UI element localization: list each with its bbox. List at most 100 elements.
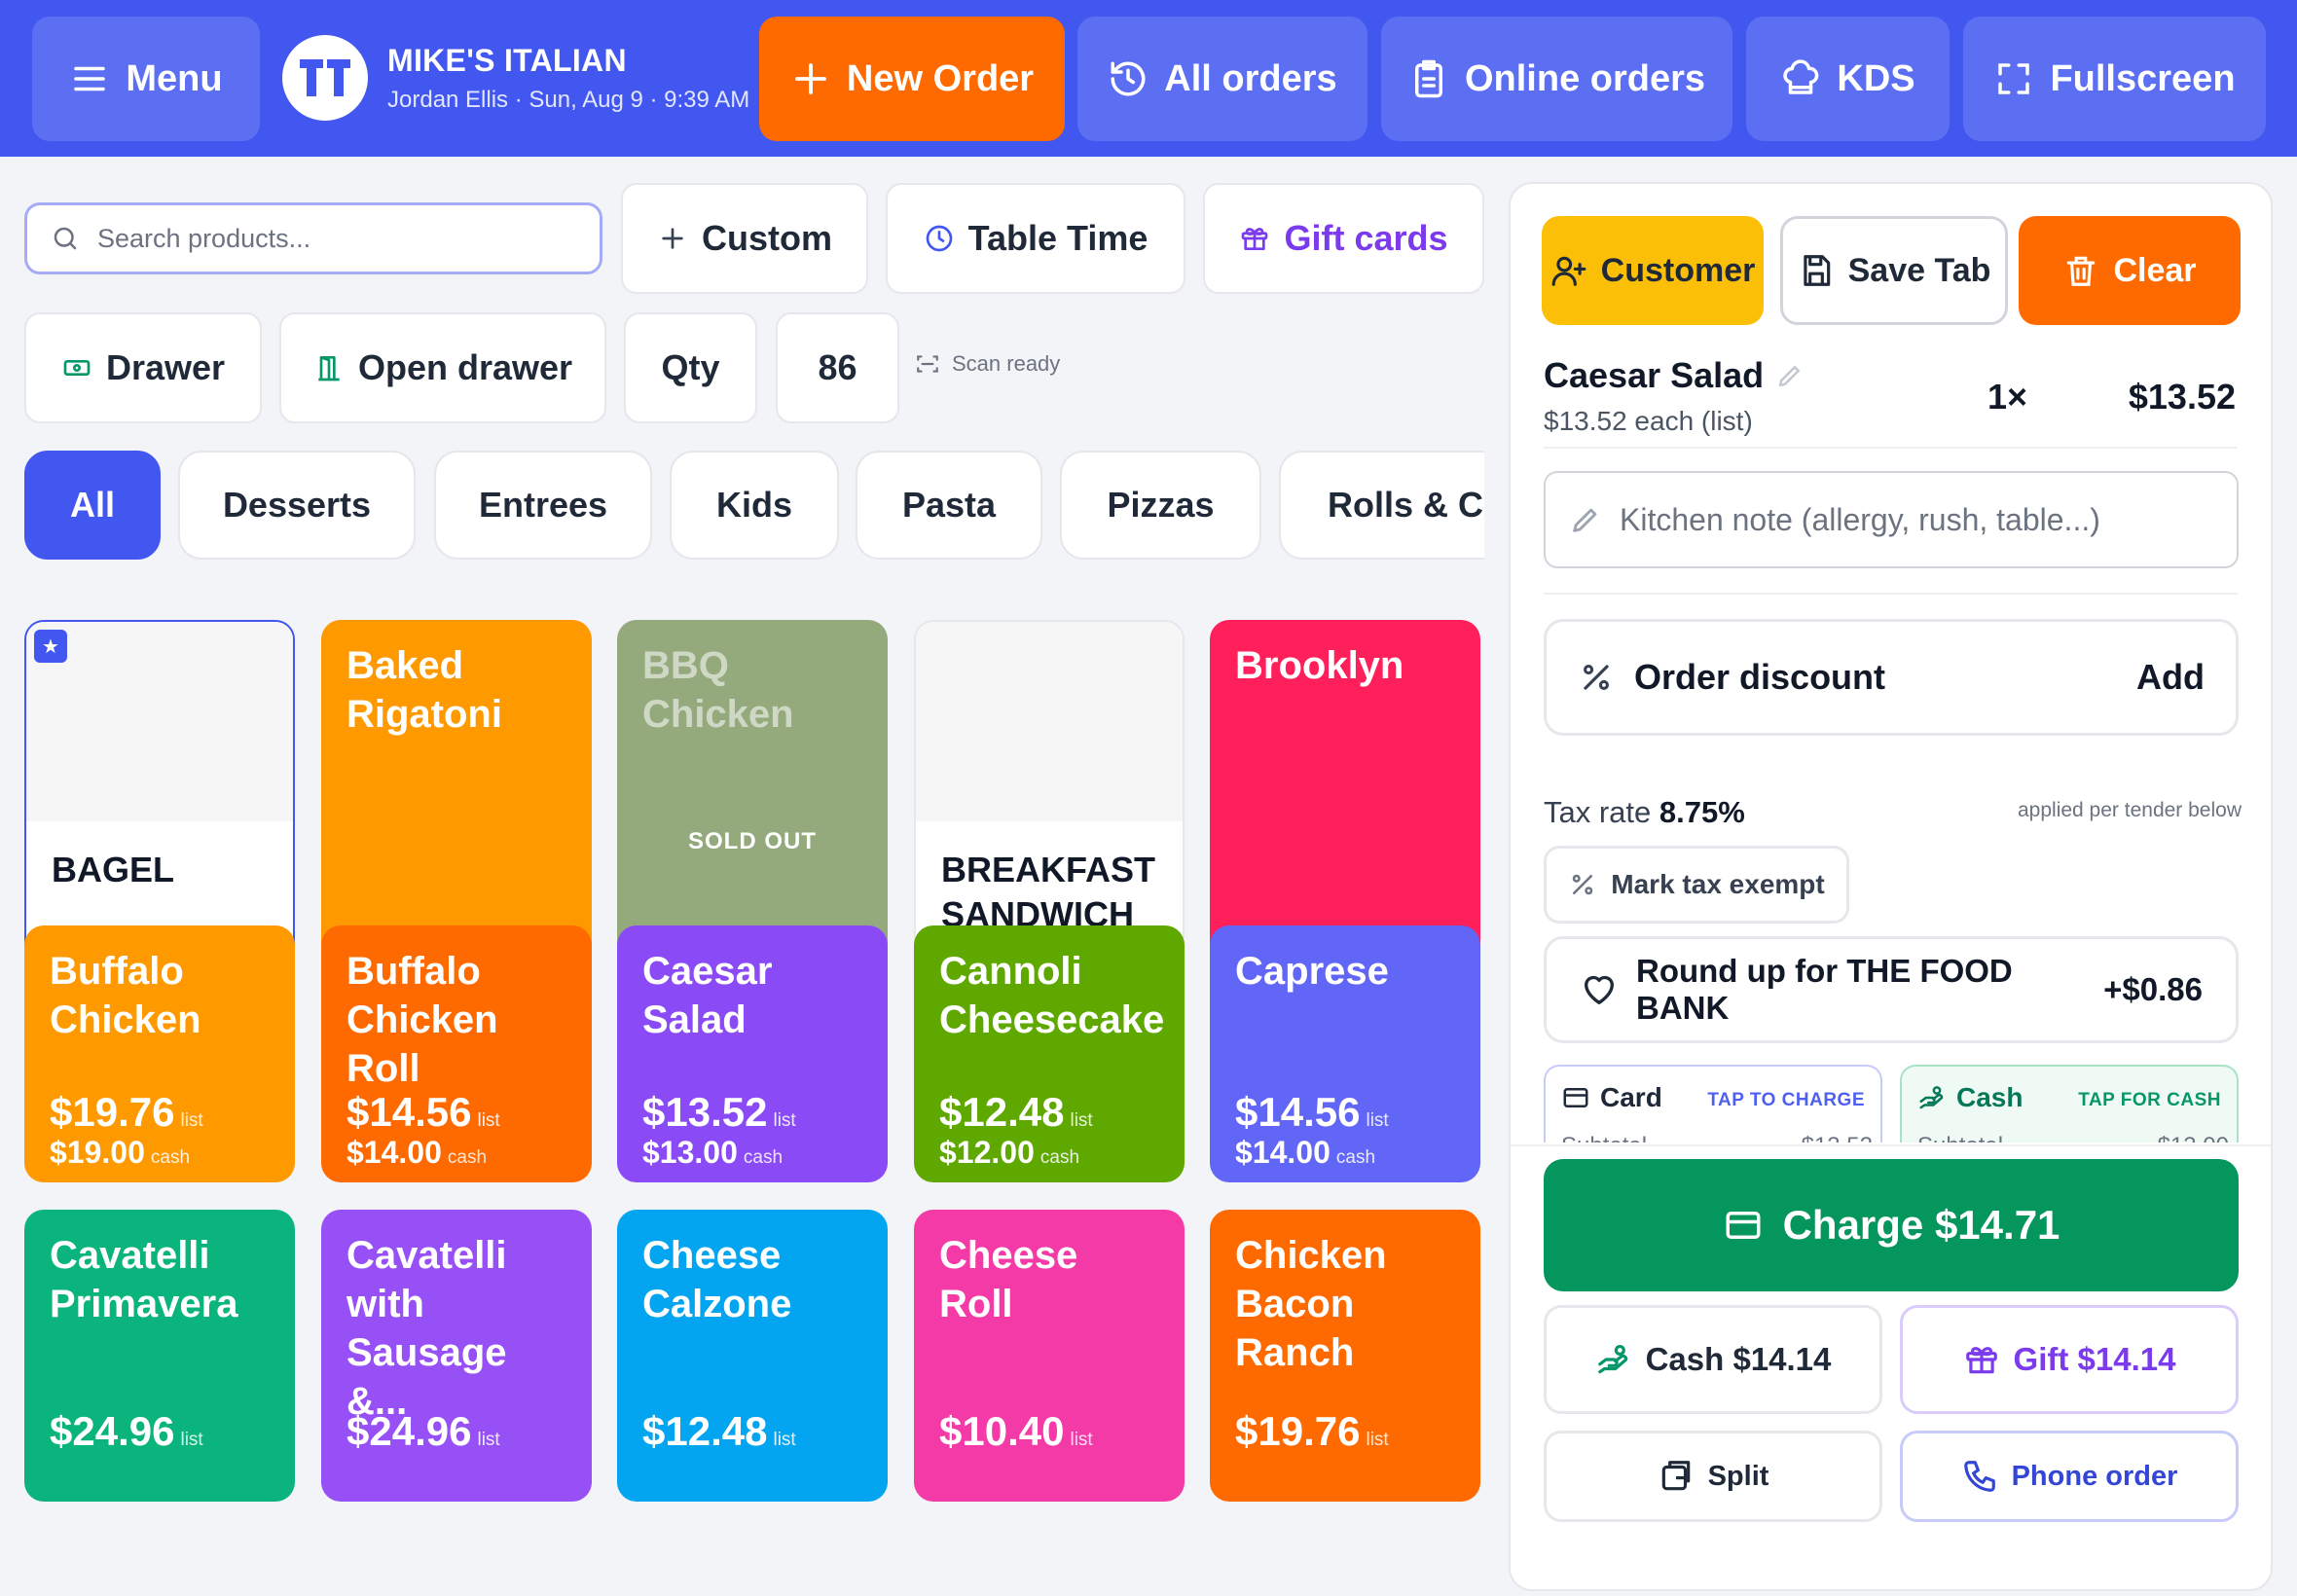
product-name: Caprese <box>1235 950 1389 993</box>
search-box[interactable] <box>24 202 602 274</box>
open-drawer-button[interactable]: Open drawer <box>279 312 606 423</box>
customer-button[interactable]: Customer <box>1542 216 1764 325</box>
product-cash-price: $12.00 cash <box>939 1135 1079 1171</box>
cash-price: $19.00 <box>50 1135 145 1170</box>
cash-price: $13.00 <box>642 1135 738 1170</box>
kitchen-note-input[interactable] <box>1620 501 2204 538</box>
edit-icon[interactable] <box>1775 361 1805 390</box>
tax-exempt-button[interactable]: Mark tax exempt <box>1544 846 1849 924</box>
table-time-button[interactable]: Table Time <box>886 183 1185 294</box>
list-price: $12.48 <box>642 1408 768 1454</box>
phone-order-button[interactable]: Phone order <box>1900 1431 2239 1522</box>
plus-icon <box>790 58 831 99</box>
kitchen-note-field[interactable] <box>1544 471 2239 568</box>
card-subtotal: Subtotal $13.52 <box>1561 1133 1873 1143</box>
payment-footer: Charge $14.71 Cash $14.14 Gift $14.14 Sp… <box>1511 1144 2271 1589</box>
qty-button[interactable]: Qty <box>624 312 757 423</box>
list-price: $24.96 <box>50 1408 175 1454</box>
all-orders-label: All orders <box>1164 57 1337 99</box>
menu-button[interactable]: Menu <box>32 17 260 141</box>
round-up-button[interactable]: Round up for THE FOOD BANK +$0.86 <box>1544 936 2239 1043</box>
cash-tender[interactable]: Cash TAP FOR CASH Subtotal $13.00 <box>1900 1065 2239 1143</box>
product-tile[interactable]: Caesar Salad $13.52 list $13.00 cash <box>617 925 888 1182</box>
category-tab-kids[interactable]: Kids <box>670 451 839 560</box>
product-tile[interactable]: Cheese Roll $10.40 list <box>914 1210 1185 1502</box>
list-tag: list <box>1070 1110 1093 1131</box>
tax-rate-value: 8.75% <box>1659 795 1745 829</box>
gift-pay-button[interactable]: Gift $14.14 <box>1900 1305 2239 1414</box>
split-button[interactable]: Split <box>1544 1431 1882 1522</box>
product-price: $12.48 list <box>939 1089 1093 1136</box>
history-icon <box>1108 58 1148 99</box>
cash-tender-hint: TAP FOR CASH <box>2078 1090 2221 1110</box>
cash-subtotal-label: Subtotal <box>1917 1133 2003 1143</box>
product-tile[interactable]: Buffalo Chicken $19.76 list $19.00 cash <box>24 925 295 1182</box>
scan-ready-label: Scan ready <box>952 351 1061 376</box>
open-drawer-label: Open drawer <box>357 347 573 387</box>
product-tile[interactable]: Cheese Calzone $12.48 list <box>617 1210 888 1502</box>
category-tab-all[interactable]: All <box>24 451 161 560</box>
product-price: $19.76list <box>50 1089 203 1136</box>
list-tag: list <box>180 1430 203 1450</box>
online-orders-button[interactable]: Online orders <box>1381 17 1732 141</box>
category-tab-pizzas[interactable]: Pizzas <box>1060 451 1261 560</box>
eighty-six-button[interactable]: 86 <box>776 312 899 423</box>
clock-icon <box>924 223 955 254</box>
product-name: Cannoli Cheesecake <box>939 950 1165 1041</box>
product-tile[interactable]: Caprese $14.56 list $14.00 cash <box>1210 925 1480 1182</box>
product-name: BBQ Chicken <box>642 644 794 736</box>
product-tile[interactable]: Cavatelli with Sausage &... $24.96 list <box>321 1210 592 1502</box>
menu-label: Menu <box>126 57 223 99</box>
gift-icon <box>1239 223 1270 254</box>
category-tab-desserts[interactable]: Desserts <box>178 451 416 560</box>
star-icon: ★ <box>34 630 67 663</box>
door-icon <box>313 352 345 383</box>
save-tab-button[interactable]: Save Tab <box>1780 216 2008 325</box>
cart-item-qty[interactable]: 1× <box>1987 377 2027 417</box>
online-orders-label: Online orders <box>1464 57 1706 99</box>
trash-icon <box>2062 252 2099 289</box>
custom-button[interactable]: Custom <box>621 183 868 294</box>
card-tender[interactable]: Card TAP TO CHARGE Subtotal $13.52 <box>1544 1065 1882 1143</box>
cash-pay-button[interactable]: Cash $14.14 <box>1544 1305 1882 1414</box>
product-price: $19.76list <box>1235 1408 1389 1455</box>
search-input[interactable] <box>97 223 565 254</box>
category-tab-pasta[interactable]: Pasta <box>856 451 1042 560</box>
category-tab-entrees[interactable]: Entrees <box>434 451 652 560</box>
divider <box>1544 447 2238 449</box>
cart-line[interactable]: Caesar Salad <box>1544 355 1805 396</box>
product-name: Brooklyn <box>1235 644 1404 687</box>
drawer-label: Drawer <box>105 347 226 387</box>
hand-cash-icon <box>1595 1341 1632 1378</box>
product-name: BAGEL <box>52 850 174 889</box>
card-tender-header: Card <box>1561 1082 1662 1113</box>
clear-button[interactable]: Clear <box>2019 216 2241 325</box>
list-price: $24.96 <box>346 1408 472 1454</box>
order-discount-button[interactable]: Order discount Add <box>1544 619 2239 736</box>
product-tile[interactable]: Cannoli Cheesecake $12.48 list $12.00 cash <box>914 925 1185 1182</box>
category-tab-rolls-ca[interactable]: Rolls & Ca <box>1279 451 1484 560</box>
hand-cash-icon <box>1917 1083 1947 1112</box>
product-tile[interactable]: Cavatelli Primavera $24.96 list <box>24 1210 295 1502</box>
cash-tag: cash <box>447 1147 488 1168</box>
restaurant-subtitle: Jordan Ellis · Sun, Aug 9 · 9:39 AM <box>387 86 750 113</box>
cart-item-each: $13.52 each (list) <box>1544 406 1753 436</box>
cash-price: $14.00 <box>346 1135 442 1170</box>
product-tile[interactable]: Buffalo Chicken Roll $14.56 list $14.00 cash <box>321 925 592 1182</box>
charge-button[interactable]: Charge $14.71 <box>1544 1159 2239 1291</box>
kds-button[interactable]: KDS <box>1746 17 1950 141</box>
product-name: Cheese Roll <box>939 1234 1078 1325</box>
drawer-button[interactable]: Drawer <box>24 312 262 423</box>
eighty-six-label: 86 <box>818 347 857 387</box>
table-time-label: Table Time <box>967 218 1148 258</box>
new-order-button[interactable]: New Order <box>759 17 1065 141</box>
product-tile[interactable]: Chicken Bacon Ranch $19.76 list <box>1210 1210 1480 1502</box>
fullscreen-button[interactable]: Fullscreen <box>1963 17 2266 141</box>
all-orders-button[interactable]: All orders <box>1077 17 1367 141</box>
list-price: $10.40 <box>939 1408 1065 1454</box>
product-cash-price: $19.00cash <box>50 1135 190 1171</box>
list-price: $12.48 <box>939 1089 1065 1135</box>
product-cash-price: $14.00 cash <box>1235 1135 1375 1171</box>
cash-subtotal: Subtotal $13.00 <box>1917 1133 2229 1143</box>
gift-cards-button[interactable]: Gift cards <box>1203 183 1484 294</box>
